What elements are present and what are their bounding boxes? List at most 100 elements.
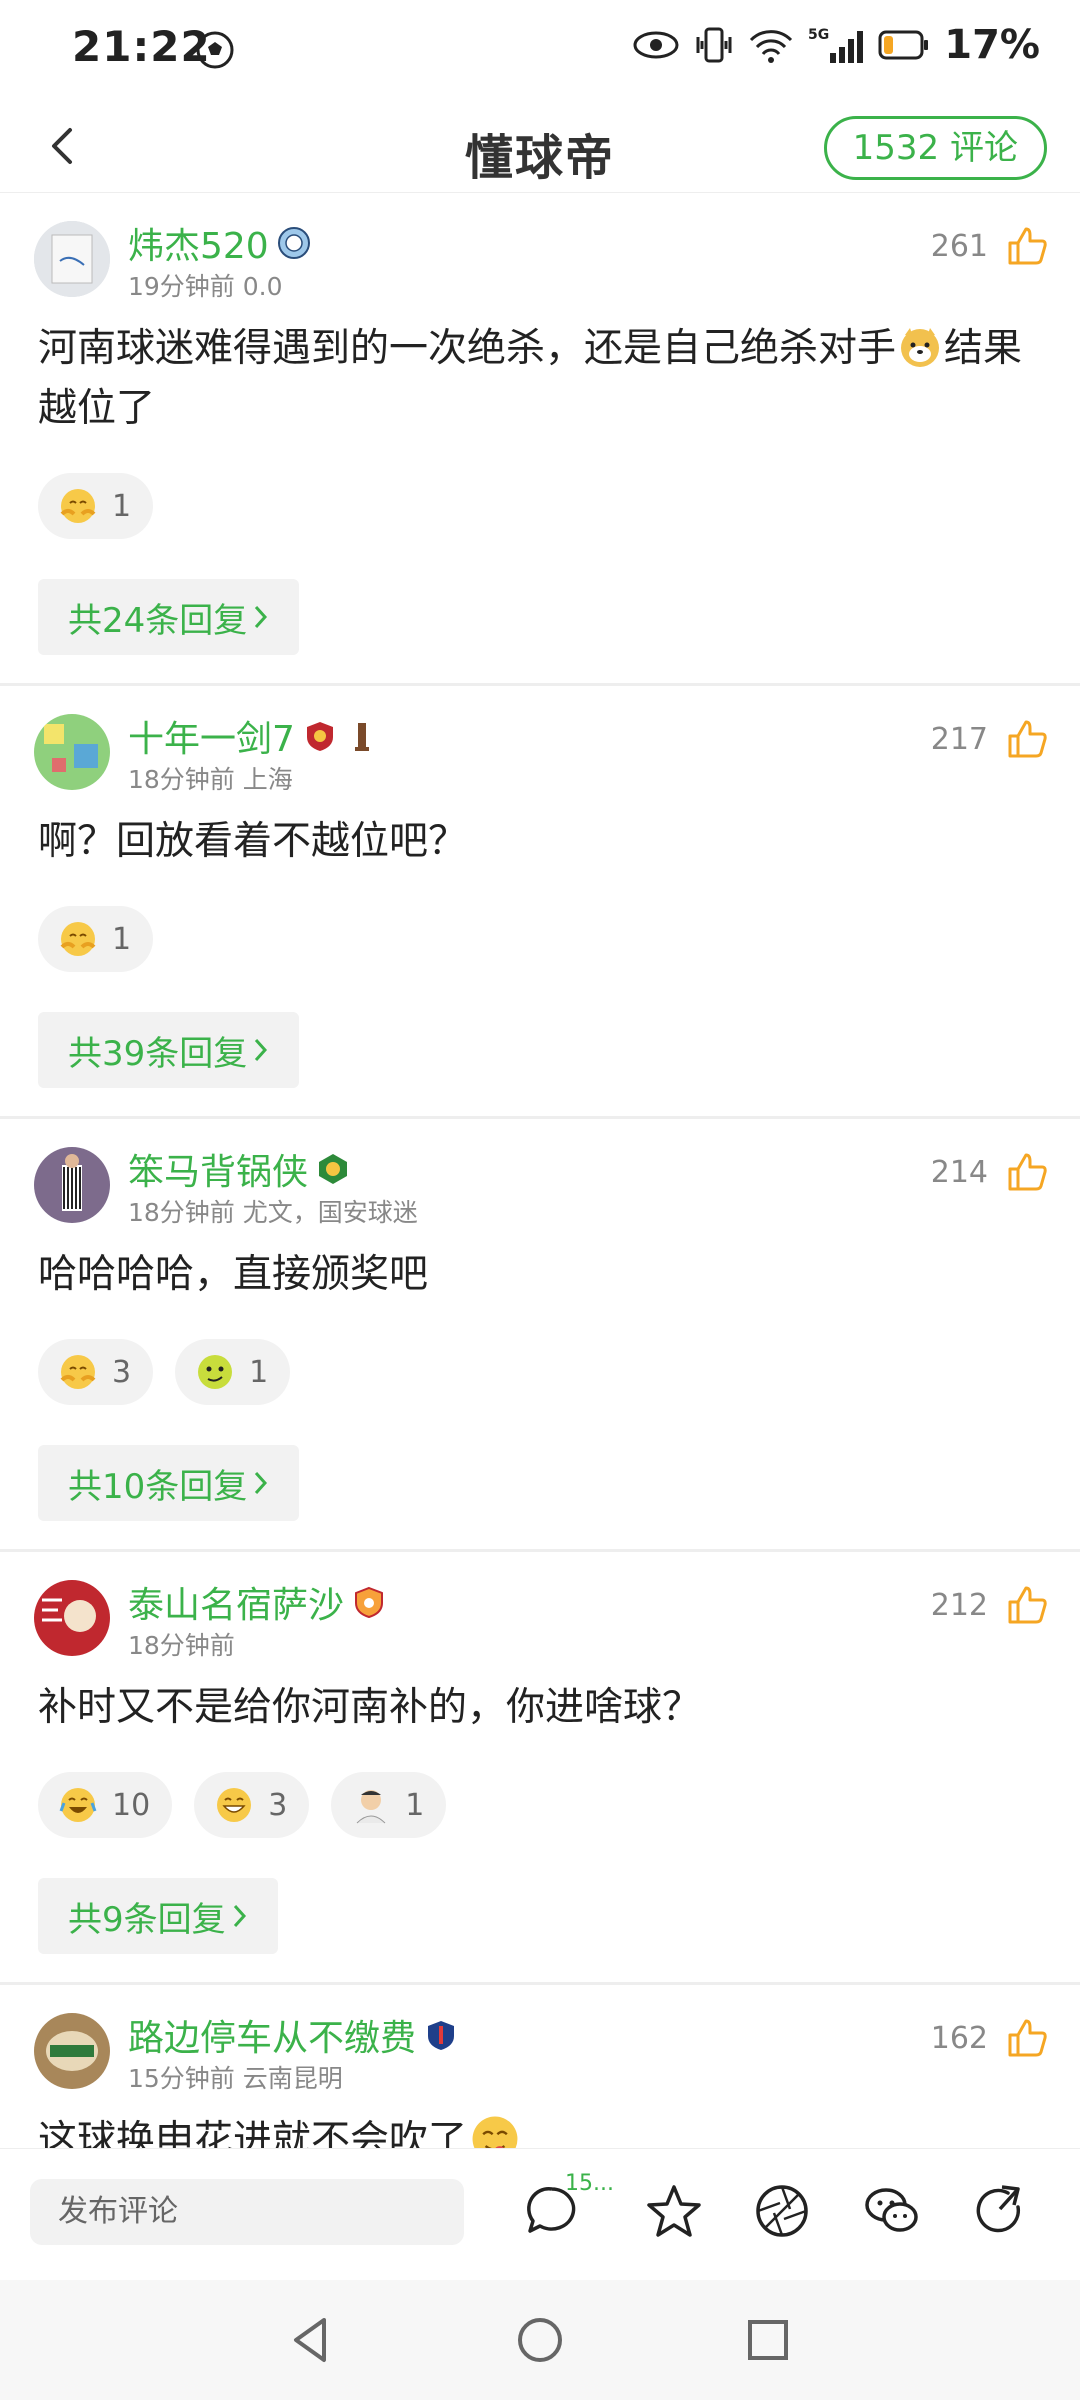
- doge-emoji-icon: [901, 328, 940, 367]
- comment-text: 河南球迷难得遇到的一次绝杀，还是自己绝杀对手 结果越位了: [38, 326, 1023, 431]
- comment-input[interactable]: 发布评论: [30, 2179, 464, 2245]
- nav-home-icon[interactable]: [510, 2310, 570, 2370]
- username[interactable]: 泰山名宿萨沙: [128, 1576, 386, 1628]
- status-bar: 21:22 5G 17%: [0, 0, 1080, 100]
- thumbs-up-icon: [1008, 1586, 1047, 1624]
- trophy-badge-icon: [354, 723, 369, 751]
- reaction-count: 1: [249, 1354, 269, 1390]
- comment-text: 啊？回放看着不越位吧？: [38, 819, 468, 864]
- view-replies-button[interactable]: 共10条回复: [38, 1445, 300, 1521]
- nav-recents-icon[interactable]: [738, 2310, 798, 2370]
- reaction-chip[interactable]: 1: [38, 906, 154, 972]
- status-time: 21:22: [72, 22, 211, 71]
- comment-item: 笨马背锅侠 18分钟前 尤文，国安球迷 214 哈哈哈哈，直接颁奖吧 3 1 共…: [0, 1119, 1080, 1552]
- thumbs-up-icon: [1008, 2019, 1047, 2057]
- like-count: 217: [930, 721, 988, 757]
- football-icon: [196, 31, 234, 69]
- chevron-right-icon: [233, 1904, 246, 1928]
- vibrate-icon: [696, 27, 732, 63]
- comment-badge: 15...: [565, 2171, 614, 2196]
- eye-icon: [633, 31, 679, 59]
- username[interactable]: 笨马背锅侠: [128, 1143, 350, 1195]
- svg-text:5G: 5G: [808, 27, 829, 43]
- reaction-chip[interactable]: 3: [194, 1772, 310, 1838]
- like-count: 162: [930, 2020, 988, 2056]
- battery-icon: [878, 30, 929, 60]
- like-button[interactable]: 162: [931, 2017, 1048, 2059]
- reaction-chip[interactable]: 1: [175, 1339, 291, 1405]
- hug-emoji-icon: [60, 489, 96, 523]
- reaction-count: 1: [112, 488, 132, 524]
- battery-percent: 17%: [944, 22, 1040, 68]
- hug-emoji-icon: [60, 1355, 96, 1389]
- avatar[interactable]: [34, 221, 110, 297]
- manchester-city-badge-icon: [277, 227, 310, 259]
- like-button[interactable]: 212: [931, 1584, 1048, 1626]
- like-count: 214: [930, 1154, 988, 1190]
- view-replies-button[interactable]: 共24条回复: [38, 579, 300, 655]
- comment-meta: 19分钟前 0.0: [128, 272, 283, 301]
- system-nav-bar: [0, 2280, 1080, 2400]
- username[interactable]: 路边停车从不缴费: [128, 2009, 458, 2061]
- wifi-icon: [750, 30, 793, 63]
- reaction-count: 1: [405, 1787, 425, 1823]
- like-button[interactable]: 214: [931, 1151, 1048, 1193]
- top-bar: 懂球帝 1532 评论: [0, 100, 1080, 193]
- bottom-action-bar: 发布评论 15...: [0, 2148, 1080, 2281]
- reaction-count: 3: [112, 1354, 132, 1390]
- smirk-emoji-icon: [198, 1355, 233, 1389]
- comment-text: 补时又不是给你河南补的，你进啥球？: [38, 1685, 702, 1730]
- club-shield-badge-icon: [306, 722, 333, 751]
- person-emoji-icon: [356, 1790, 386, 1824]
- avatar[interactable]: [34, 714, 110, 790]
- avatar[interactable]: [34, 2013, 110, 2089]
- comment-meta: 18分钟前: [128, 1631, 235, 1660]
- aperture-share-icon[interactable]: [752, 2181, 812, 2241]
- thumbs-up-icon: [1008, 227, 1047, 265]
- joy-emoji-icon: [217, 1788, 252, 1822]
- avatar[interactable]: [34, 1580, 110, 1656]
- chevron-right-icon: [255, 1038, 268, 1062]
- comment-feed[interactable]: 炜杰520 19分钟前 0.0 261 河南球迷难得遇到的一次绝杀，还是自己绝杀…: [0, 193, 1080, 2148]
- like-button[interactable]: 261: [931, 225, 1048, 267]
- hug-emoji-icon: [60, 922, 96, 956]
- chevron-right-icon: [255, 1471, 268, 1495]
- username[interactable]: 十年一剑7: [128, 710, 379, 762]
- comment-item: 炜杰520 19分钟前 0.0 261 河南球迷难得遇到的一次绝杀，还是自己绝杀…: [0, 193, 1080, 686]
- avatar[interactable]: [34, 1147, 110, 1223]
- comment-text: 这球换申花进就不会吹了: [38, 2111, 1040, 2148]
- thumbs-up-icon: [1008, 720, 1047, 758]
- comment-count-button[interactable]: 1532 评论: [823, 116, 1047, 180]
- reaction-chip[interactable]: 10: [38, 1772, 173, 1838]
- reaction-chip[interactable]: 3: [38, 1339, 154, 1405]
- yum-emoji-icon: [472, 2116, 518, 2148]
- comment-item: 路边停车从不缴费 15分钟前 云南昆明 162 这球换申花进就不会吹了: [0, 1985, 1080, 2148]
- reaction-chip[interactable]: 1: [331, 1772, 447, 1838]
- like-count: 261: [930, 228, 988, 264]
- guoan-badge-icon: [319, 1154, 348, 1184]
- comment-meta: 15分钟前 云南昆明: [128, 2064, 343, 2093]
- shenhua-badge-icon: [428, 2021, 455, 2050]
- view-replies-button[interactable]: 共9条回复: [38, 1878, 278, 1954]
- star-icon[interactable]: [644, 2181, 704, 2241]
- like-count: 212: [930, 1587, 988, 1623]
- thumbs-up-icon: [1008, 1153, 1047, 1191]
- taishan-badge-icon: [355, 1586, 384, 1619]
- username[interactable]: 炜杰520: [128, 217, 311, 269]
- wechat-icon[interactable]: [862, 2181, 922, 2241]
- reaction-chip[interactable]: 1: [38, 473, 154, 539]
- view-replies-button[interactable]: 共39条回复: [38, 1012, 300, 1088]
- comment-item: 十年一剑7 18分钟前 上海 217 啊？回放看着不越位吧？ 1 共39条回复: [0, 686, 1080, 1119]
- share-arrow-icon[interactable]: [970, 2181, 1030, 2241]
- comment-text: 哈哈哈哈，直接颁奖吧: [38, 1252, 429, 1297]
- signal-5g-icon: 5G: [808, 27, 864, 63]
- reaction-count: 1: [112, 921, 132, 957]
- comment-meta: 18分钟前 上海: [128, 765, 293, 794]
- nav-back-icon[interactable]: [280, 2310, 340, 2370]
- comment-meta: 18分钟前 尤文，国安球迷: [128, 1198, 418, 1227]
- comment-item: 泰山名宿萨沙 18分钟前 212 补时又不是给你河南补的，你进啥球？ 10 3 …: [0, 1552, 1080, 1985]
- reaction-count: 10: [112, 1787, 151, 1823]
- like-button[interactable]: 217: [931, 718, 1048, 760]
- chevron-right-icon: [255, 605, 268, 629]
- laugh-cry-emoji-icon: [59, 1788, 97, 1822]
